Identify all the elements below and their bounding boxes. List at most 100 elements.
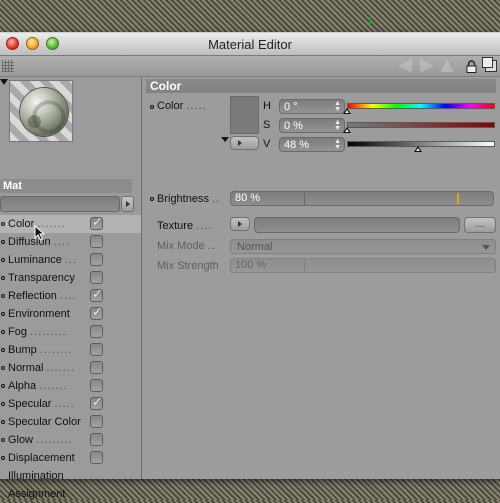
channel-checkbox[interactable] bbox=[90, 433, 103, 446]
back-arrow-icon[interactable] bbox=[398, 59, 412, 73]
channel-label: Glow ......... bbox=[8, 431, 73, 449]
forward-arrow-icon[interactable] bbox=[420, 59, 434, 73]
up-arrow-icon[interactable] bbox=[440, 60, 454, 72]
channel-checkbox[interactable] bbox=[90, 304, 103, 322]
saturation-slider[interactable] bbox=[347, 122, 495, 128]
lock-icon[interactable] bbox=[466, 60, 477, 73]
channel-checkbox[interactable] bbox=[90, 271, 103, 284]
channel-checkbox[interactable] bbox=[90, 343, 103, 356]
channel-transparency[interactable]: Transparency bbox=[0, 269, 141, 287]
swatch-menu-arrow-icon[interactable] bbox=[221, 137, 229, 142]
color-channel-panel: Color Color ..... H S V 0 ° ▲ ▼ 0 % ▲ ▼ 48 %… bbox=[142, 77, 500, 479]
channel-normal[interactable]: Normal ....... bbox=[0, 359, 141, 377]
texture-field[interactable] bbox=[254, 217, 460, 233]
color-label-text: Color bbox=[157, 100, 184, 112]
channel-dot-icon bbox=[1, 294, 5, 298]
channel-checkbox[interactable] bbox=[90, 253, 103, 266]
channel-checkbox[interactable] bbox=[90, 415, 103, 428]
channel-fog[interactable]: Fog ......... bbox=[0, 323, 141, 341]
channel-dot-icon bbox=[1, 438, 5, 442]
hue-slider-knob[interactable] bbox=[343, 108, 351, 114]
animation-dot-icon[interactable] bbox=[150, 197, 154, 201]
channel-environment[interactable]: Environment bbox=[0, 304, 141, 323]
brightness-dots: .. bbox=[212, 193, 221, 205]
channel-checkbox[interactable] bbox=[90, 451, 103, 464]
material-name: Mat bbox=[0, 179, 132, 193]
channel-dot-icon bbox=[1, 330, 5, 334]
material-preview[interactable] bbox=[9, 80, 73, 142]
color-swatch[interactable] bbox=[230, 96, 259, 134]
material-name-field[interactable] bbox=[0, 196, 120, 212]
channel-label: Assignment bbox=[8, 488, 66, 500]
channel-checkbox[interactable] bbox=[90, 361, 103, 374]
mix-mode-dropdown[interactable]: Normal bbox=[230, 239, 496, 254]
channel-dots: ........ bbox=[39, 344, 73, 356]
value-value: 48 % bbox=[284, 139, 310, 151]
brightness-value[interactable]: 80 % bbox=[231, 192, 305, 205]
material-arrow-button[interactable] bbox=[121, 196, 134, 212]
channel-reflection[interactable]: Reflection .... bbox=[0, 286, 141, 305]
mouse-cursor-icon bbox=[34, 225, 45, 241]
channel-label: Bump ........ bbox=[8, 341, 72, 359]
channel-illumination[interactable]: Illumination bbox=[0, 467, 141, 485]
channel-dots: ....... bbox=[39, 380, 68, 392]
channel-dot-icon bbox=[1, 420, 5, 424]
channel-checkbox[interactable] bbox=[90, 235, 103, 248]
brightness-slider[interactable]: 80 % bbox=[230, 191, 494, 206]
mix-strength-value[interactable]: 100 % bbox=[231, 259, 305, 272]
channel-label-text: Environment bbox=[8, 308, 70, 320]
channel-panel: Mat Color .......Diffusion ....Luminance… bbox=[0, 77, 142, 500]
channel-specular-color[interactable]: Specular Color bbox=[0, 413, 141, 431]
texture-dots: .... bbox=[196, 220, 213, 232]
channel-luminance[interactable]: Luminance ... bbox=[0, 251, 141, 269]
channel-glow[interactable]: Glow ......... bbox=[0, 431, 141, 449]
channel-dots: ......... bbox=[36, 434, 73, 446]
channel-label-text: Normal bbox=[8, 362, 44, 374]
channel-checkbox[interactable] bbox=[90, 214, 103, 232]
chevron-down-icon bbox=[482, 245, 490, 250]
channel-label: Specular Color bbox=[8, 413, 81, 431]
channel-diffusion[interactable]: Diffusion .... bbox=[0, 233, 141, 251]
value-spinner-icon[interactable]: ▲ ▼ bbox=[334, 138, 341, 151]
channel-color[interactable]: Color ....... bbox=[0, 214, 141, 233]
channel-label: Transparency bbox=[8, 269, 75, 287]
hue-spinner-icon[interactable]: ▲ ▼ bbox=[334, 100, 341, 113]
saturation-slider-knob[interactable] bbox=[343, 127, 351, 133]
mix-mode-dots: .. bbox=[207, 240, 216, 252]
texture-menu-button[interactable] bbox=[230, 217, 250, 231]
new-window-icon[interactable] bbox=[482, 57, 497, 72]
channel-assignment[interactable]: Assignment bbox=[0, 485, 141, 503]
value-slider-knob[interactable] bbox=[414, 146, 423, 152]
hue-slider[interactable] bbox=[347, 103, 495, 109]
value-field[interactable]: 48 % ▲ ▼ bbox=[279, 137, 345, 152]
hue-field[interactable]: 0 ° ▲ ▼ bbox=[279, 99, 345, 114]
section-header: Color bbox=[146, 79, 496, 93]
channel-dot-icon bbox=[1, 258, 5, 262]
channel-label-text: Glow bbox=[8, 434, 34, 446]
channel-bump[interactable]: Bump ........ bbox=[0, 341, 141, 359]
texture-browse-button[interactable]: ... bbox=[464, 217, 496, 233]
channel-label-text: Alpha bbox=[8, 380, 37, 392]
channel-displacement[interactable]: Displacement bbox=[0, 449, 141, 467]
material-editor-window: Material Editor Mat Color .......Diffusi… bbox=[0, 32, 500, 500]
mix-strength-slider[interactable]: 100 % bbox=[230, 258, 496, 273]
channel-label-text: Reflection bbox=[8, 290, 57, 302]
preview-menu-arrow-icon[interactable] bbox=[0, 79, 8, 85]
channel-checkbox[interactable] bbox=[90, 394, 103, 412]
channel-checkbox[interactable] bbox=[90, 286, 103, 304]
channel-dot-icon bbox=[1, 456, 5, 460]
grip-icon[interactable] bbox=[2, 60, 14, 72]
saturation-field[interactable]: 0 % ▲ ▼ bbox=[279, 118, 345, 133]
channel-checkbox[interactable] bbox=[90, 379, 103, 392]
hue-value: 0 ° bbox=[284, 101, 298, 113]
channel-label-text: Specular bbox=[8, 398, 52, 410]
channel-alpha[interactable]: Alpha ....... bbox=[0, 377, 141, 395]
channel-dots: ... bbox=[64, 254, 78, 266]
animation-dot-icon[interactable] bbox=[150, 105, 154, 109]
channel-specular[interactable]: Specular ..... bbox=[0, 394, 141, 413]
channel-label: Luminance ... bbox=[8, 251, 77, 269]
title-bar[interactable]: Material Editor bbox=[0, 33, 500, 56]
saturation-spinner-icon[interactable]: ▲ ▼ bbox=[334, 119, 341, 132]
color-picker-button[interactable] bbox=[230, 136, 259, 150]
channel-checkbox[interactable] bbox=[90, 325, 103, 338]
